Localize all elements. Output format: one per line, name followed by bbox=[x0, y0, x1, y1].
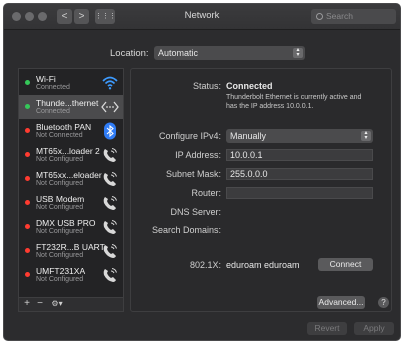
select-arrows-icon: ▴ ▾ bbox=[361, 130, 371, 141]
ip-address-field[interactable]: 10.0.0.1 bbox=[226, 149, 373, 161]
subnet-mask-field[interactable]: 255.0.0.0 bbox=[226, 168, 373, 180]
service-status: Not Configured bbox=[36, 228, 84, 235]
subnet-mask-label: Subnet Mask: bbox=[165, 169, 221, 179]
service-name: MT65xx...eloader bbox=[36, 170, 102, 180]
phone-icon bbox=[103, 172, 117, 186]
status-dot bbox=[25, 248, 30, 253]
back-button[interactable]: < bbox=[57, 9, 72, 24]
status-dot bbox=[25, 176, 30, 181]
service-status: Not Configured bbox=[36, 204, 84, 211]
phone-icon bbox=[103, 244, 117, 258]
service-name: DMX USB PRO bbox=[36, 218, 96, 228]
router-field[interactable] bbox=[226, 187, 373, 199]
service-status: Connected bbox=[36, 108, 70, 115]
search-placeholder: Search bbox=[326, 11, 353, 21]
select-arrows-icon: ▴ ▾ bbox=[293, 47, 303, 58]
forward-button[interactable]: > bbox=[74, 9, 89, 24]
service-item-mt65x-loader-2[interactable]: MT65x...loader 2 Not Configured bbox=[19, 143, 123, 167]
service-name: MT65x...loader 2 bbox=[36, 146, 100, 156]
apply-button[interactable]: Apply bbox=[354, 322, 394, 335]
router-label: Router: bbox=[191, 188, 221, 198]
service-item-dmx-usb-pro[interactable]: DMX USB PRO Not Configured bbox=[19, 215, 123, 239]
add-service-button[interactable]: + bbox=[21, 298, 33, 311]
location-select[interactable]: Automatic ▴ ▾ bbox=[154, 46, 305, 60]
search-domains-label: Search Domains: bbox=[151, 225, 221, 235]
configure-ipv4-label: Configure IPv4: bbox=[158, 131, 221, 141]
service-name: Thunde...thernet bbox=[36, 98, 99, 108]
service-name: Bluetooth PAN bbox=[36, 122, 92, 132]
service-item-thunderbolt-ethernet[interactable]: Thunde...thernet Connected bbox=[19, 95, 123, 119]
dot1x-label: 802.1X: bbox=[189, 260, 221, 270]
phone-icon bbox=[103, 148, 117, 162]
service-name: UMFT231XA bbox=[36, 266, 86, 276]
service-status: Not Configured bbox=[36, 276, 84, 283]
service-status: Not Configured bbox=[36, 252, 84, 259]
status-description-1: Thunderbolt Ethernet is currently active… bbox=[226, 94, 362, 101]
service-item-wifi[interactable]: Wi-Fi Connected bbox=[19, 71, 123, 95]
service-item-bluetooth-pan[interactable]: Bluetooth PAN Not Connected bbox=[19, 119, 123, 143]
wifi-icon bbox=[102, 76, 118, 90]
service-name: FT232R...B UART bbox=[36, 242, 105, 252]
status-dot bbox=[25, 104, 30, 109]
detail-panel: Status: Connected Thunderbolt Ethernet i… bbox=[130, 68, 392, 312]
dns-server-label: DNS Server: bbox=[170, 207, 221, 217]
status-dot bbox=[25, 272, 30, 277]
configure-ipv4-select[interactable]: Manually ▴ ▾ bbox=[226, 129, 373, 143]
dot1x-value: eduroam eduroam bbox=[226, 260, 300, 270]
service-list-controls: + − ⚙▾ bbox=[18, 298, 124, 312]
bluetooth-icon bbox=[104, 122, 116, 140]
show-all-grid-button[interactable]: ⋮⋮⋮ bbox=[95, 9, 116, 24]
ethernet-icon bbox=[101, 101, 119, 113]
service-name: USB Modem bbox=[36, 194, 85, 204]
service-status: Connected bbox=[36, 84, 70, 91]
status-label: Status: bbox=[192, 81, 221, 91]
status-dot bbox=[25, 152, 30, 157]
service-item-usb-modem[interactable]: USB Modem Not Configured bbox=[19, 191, 123, 215]
service-status: Not Configured bbox=[36, 180, 84, 187]
title-bar: < > ⋮⋮⋮ Network Search bbox=[4, 4, 400, 30]
phone-icon bbox=[103, 268, 117, 282]
status-description-2: has the IP address 10.0.0.1. bbox=[226, 103, 314, 110]
location-label: Location: bbox=[110, 48, 149, 59]
zoom-window-button[interactable] bbox=[38, 12, 47, 21]
service-item-ft232r-uart[interactable]: FT232R...B UART Not Configured bbox=[19, 239, 123, 263]
service-status: Not Configured bbox=[36, 156, 84, 163]
help-button[interactable]: ? bbox=[378, 297, 389, 308]
status-value: Connected bbox=[226, 81, 273, 91]
minimize-window-button[interactable] bbox=[25, 12, 34, 21]
service-status: Not Connected bbox=[36, 132, 83, 139]
status-dot bbox=[25, 128, 30, 133]
status-dot bbox=[25, 224, 30, 229]
service-name: Wi-Fi bbox=[36, 74, 56, 84]
connect-button[interactable]: Connect bbox=[318, 258, 373, 271]
service-item-umft231xa[interactable]: UMFT231XA Not Configured bbox=[19, 263, 123, 287]
configure-ipv4-value: Manually bbox=[230, 131, 267, 141]
close-window-button[interactable] bbox=[12, 12, 21, 21]
gear-menu-button[interactable]: ⚙▾ bbox=[48, 298, 66, 311]
service-list[interactable]: Wi-Fi Connected Thunde...thernet Connect… bbox=[18, 68, 124, 298]
search-icon bbox=[316, 13, 323, 20]
advanced-button[interactable]: Advanced... bbox=[317, 296, 365, 309]
service-item-mt65xx-eloader[interactable]: MT65xx...eloader Not Configured bbox=[19, 167, 123, 191]
location-value: Automatic bbox=[158, 48, 199, 58]
status-dot bbox=[25, 200, 30, 205]
revert-button[interactable]: Revert bbox=[307, 322, 347, 335]
remove-service-button[interactable]: − bbox=[34, 298, 46, 311]
network-window: < > ⋮⋮⋮ Network Search Location: Automat… bbox=[3, 3, 401, 341]
search-field[interactable]: Search bbox=[311, 9, 396, 24]
status-dot bbox=[25, 80, 30, 85]
phone-icon bbox=[103, 220, 117, 234]
phone-icon bbox=[103, 196, 117, 210]
ip-address-label: IP Address: bbox=[175, 150, 221, 160]
